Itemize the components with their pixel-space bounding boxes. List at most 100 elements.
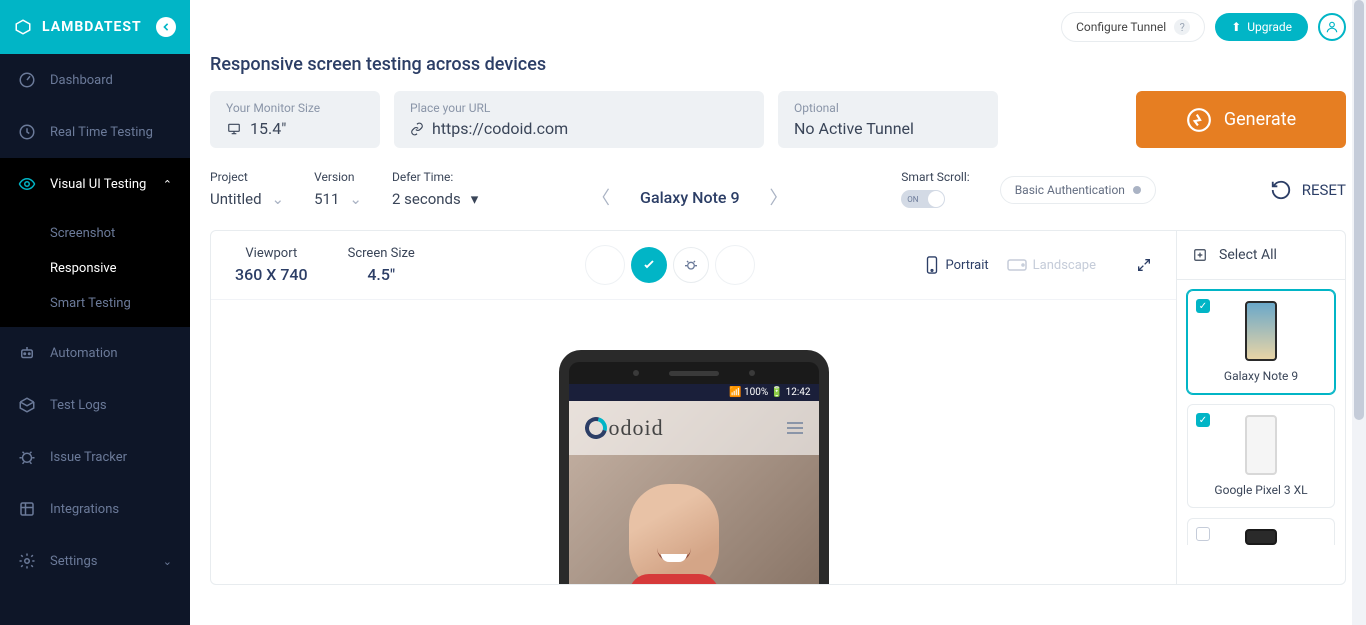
- device-thumb: [1245, 301, 1277, 361]
- sidebar: LAMBDATEST Dashboard Real Time Testing V…: [0, 0, 190, 625]
- nav-label: Visual UI Testing: [50, 177, 146, 192]
- generate-icon: [1186, 107, 1212, 133]
- tunnel-select-card[interactable]: Optional No Active Tunnel: [778, 91, 998, 148]
- hamburger-icon: [787, 422, 803, 434]
- monitor-value: 15.4": [250, 119, 286, 138]
- box-icon: [18, 396, 36, 414]
- device-thumb: [1245, 529, 1277, 545]
- reset-button[interactable]: RESET: [1270, 179, 1346, 201]
- checkbox-checked-icon[interactable]: ✓: [1196, 413, 1210, 427]
- robot-icon: [18, 344, 36, 362]
- device-card-partial[interactable]: [1187, 518, 1335, 545]
- configure-tunnel-button[interactable]: Configure Tunnel ?: [1061, 12, 1205, 42]
- screensize-info: Screen Size 4.5": [348, 246, 415, 284]
- nav-dashboard[interactable]: Dashboard: [0, 54, 190, 106]
- content: Responsive screen testing across devices…: [190, 54, 1366, 625]
- nav-issues[interactable]: Issue Tracker: [0, 431, 190, 483]
- monitor-label: Your Monitor Size: [226, 101, 364, 115]
- version-label: Version: [314, 170, 362, 184]
- logo-bar: LAMBDATEST: [0, 0, 190, 54]
- nav-label: Test Logs: [50, 398, 107, 413]
- checkbox-checked-icon[interactable]: ✓: [1196, 299, 1210, 313]
- url-label: Place your URL: [410, 101, 748, 115]
- prev-device-button[interactable]: 〈: [592, 184, 610, 210]
- url-value: https://codoid.com: [432, 119, 568, 138]
- nav-label: Real Time Testing: [50, 125, 153, 140]
- preview-panel: Viewport 360 X 740 Screen Size 4.5": [210, 230, 1346, 585]
- nav-label: Settings: [50, 554, 97, 569]
- defer-value: 2 seconds: [392, 190, 461, 208]
- nav-testlogs[interactable]: Test Logs: [0, 379, 190, 431]
- page-scrollbar[interactable]: [1352, 0, 1366, 625]
- debug-button[interactable]: [673, 247, 709, 283]
- nav-visual-ui[interactable]: Visual UI Testing ⌃: [0, 158, 190, 210]
- nav-integrations[interactable]: Integrations: [0, 483, 190, 535]
- nav-sub-responsive[interactable]: Responsive: [0, 251, 190, 286]
- help-icon: ?: [1174, 19, 1190, 35]
- plus-box-icon: [1193, 248, 1207, 262]
- device-list: ✓ Galaxy Note 9 ✓ Google Pixel 3 XL: [1177, 280, 1345, 584]
- basic-auth-button[interactable]: Basic Authentication: [1000, 176, 1156, 204]
- nav-realtime[interactable]: Real Time Testing: [0, 106, 190, 158]
- screensize-value: 4.5": [367, 265, 395, 284]
- checkbox-unchecked-icon[interactable]: [1196, 527, 1210, 541]
- sidebar-collapse-button[interactable]: [156, 17, 176, 37]
- brand-name: LAMBDATEST: [42, 19, 142, 35]
- nav-label: Dashboard: [50, 73, 113, 88]
- upgrade-button[interactable]: ⬆ Upgrade: [1215, 13, 1308, 41]
- device-card-galaxy-note-9[interactable]: ✓ Galaxy Note 9: [1187, 290, 1335, 394]
- hero-image: [619, 484, 729, 584]
- select-all-button[interactable]: Select All: [1177, 231, 1345, 280]
- phone-screen: 📶 100% 🔋 12:42 odoid: [569, 384, 819, 584]
- arrow-up-icon: ⬆: [1231, 20, 1241, 34]
- toggle-on[interactable]: ON: [901, 190, 945, 208]
- nav-label: Integrations: [50, 502, 119, 517]
- project-select[interactable]: Project Untitled⌄: [210, 170, 284, 208]
- tunnel-label: Configure Tunnel: [1076, 20, 1166, 34]
- defer-select[interactable]: Defer Time: 2 seconds▾: [392, 170, 478, 208]
- select-all-label: Select All: [1219, 247, 1277, 263]
- defer-label: Defer Time:: [392, 170, 478, 184]
- gear-icon: [18, 552, 36, 570]
- chevron-down-icon: ⌄: [349, 190, 362, 208]
- nav-settings[interactable]: Settings ⌄: [0, 535, 190, 587]
- nav-sub-smart[interactable]: Smart Testing: [0, 286, 190, 321]
- screensize-label: Screen Size: [348, 246, 415, 261]
- topbar: Configure Tunnel ? ⬆ Upgrade: [190, 0, 1366, 54]
- nav-label: Issue Tracker: [50, 450, 127, 465]
- landscape-label: Landscape: [1033, 258, 1096, 273]
- viewport-label: Viewport: [245, 246, 297, 261]
- version-select[interactable]: Version 511 ⌄: [314, 170, 362, 208]
- smart-scroll-label: Smart Scroll:: [901, 170, 969, 184]
- chevron-up-icon: ⌃: [163, 178, 172, 191]
- url-input-card[interactable]: Place your URL https://codoid.com: [394, 91, 764, 148]
- action-buttons: [585, 245, 755, 285]
- next-device-button[interactable]: 〉: [770, 184, 788, 210]
- monitor-icon: [226, 122, 242, 136]
- device-name: Galaxy Note 9: [1224, 369, 1298, 383]
- launch-button[interactable]: [631, 247, 667, 283]
- filter-row: Project Untitled⌄ Version 511 ⌄ Defer Tim…: [210, 170, 1346, 230]
- device-card-pixel-3-xl[interactable]: ✓ Google Pixel 3 XL: [1187, 404, 1335, 508]
- generate-button[interactable]: Generate: [1136, 91, 1346, 148]
- portrait-button[interactable]: Portrait: [925, 256, 988, 274]
- status-dot-icon: [1133, 186, 1141, 194]
- grid-icon: [18, 500, 36, 518]
- project-value: Untitled: [210, 190, 262, 208]
- current-device-name: Galaxy Note 9: [640, 188, 739, 207]
- nav-sub-screenshot[interactable]: Screenshot: [0, 216, 190, 251]
- version-value: 511: [314, 190, 339, 208]
- scrollbar-thumb[interactable]: [1354, 0, 1364, 420]
- fullscreen-button[interactable]: [1136, 257, 1152, 273]
- tunnel-label: Optional: [794, 101, 982, 115]
- clock-icon: [18, 123, 36, 141]
- tunnel-value: No Active Tunnel: [794, 119, 982, 138]
- nav-sub-visual: Screenshot Responsive Smart Testing: [0, 210, 190, 327]
- phone-notch: [569, 362, 819, 384]
- eye-icon: [18, 175, 36, 193]
- nav-automation[interactable]: Automation: [0, 327, 190, 379]
- device-name: Google Pixel 3 XL: [1214, 483, 1307, 497]
- user-avatar[interactable]: [1318, 13, 1346, 41]
- landscape-button[interactable]: Landscape: [1007, 258, 1096, 273]
- smart-scroll-toggle[interactable]: Smart Scroll: ON: [901, 170, 969, 208]
